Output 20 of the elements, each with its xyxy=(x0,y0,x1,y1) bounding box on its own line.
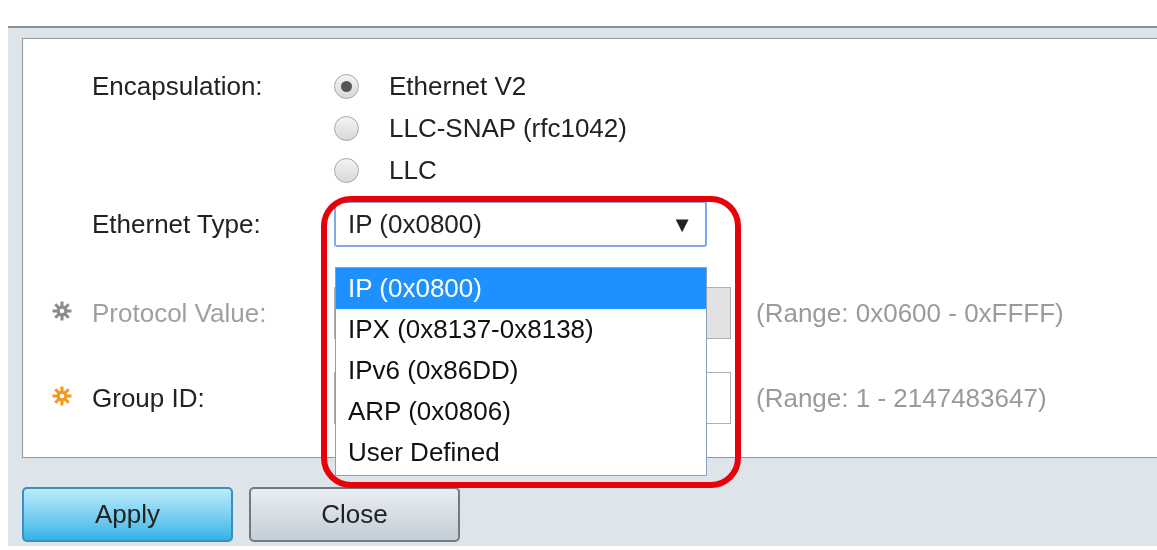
field-label: Protocol Value: xyxy=(92,297,267,328)
dropdown-select[interactable]: IP (0x0800) ▼ xyxy=(334,201,707,247)
dialog-button[interactable]: Close xyxy=(249,487,460,542)
dropdown-option[interactable]: IPv6 (0x86DD) xyxy=(336,350,706,391)
range-hint: (Range: 1 - 2147483647) xyxy=(756,381,1047,415)
range-hint: (Range: 0x0600 - 0xFFFF) xyxy=(756,296,1064,330)
dropdown-option[interactable]: ARP (0x0806) xyxy=(336,391,706,432)
caret-icon: ▼ xyxy=(671,207,693,241)
radio-button[interactable] xyxy=(334,73,359,99)
field-label: Group ID: xyxy=(92,382,205,413)
radio-button[interactable] xyxy=(334,157,359,183)
dropdown-option[interactable]: IPX (0x8137-0x8138) xyxy=(336,309,706,350)
radio-label: LLC-SNAP (rfc1042) xyxy=(389,111,627,145)
radio-button[interactable] xyxy=(334,115,359,141)
field-label: Encapsulation: xyxy=(92,70,264,103)
radio-label: LLC xyxy=(389,153,437,187)
field-label: Ethernet Type: xyxy=(92,207,262,241)
dialog-button[interactable]: Apply xyxy=(22,487,233,542)
dropdown-option[interactable]: User Defined xyxy=(336,432,706,473)
radio-label: Ethernet V2 xyxy=(389,69,527,103)
